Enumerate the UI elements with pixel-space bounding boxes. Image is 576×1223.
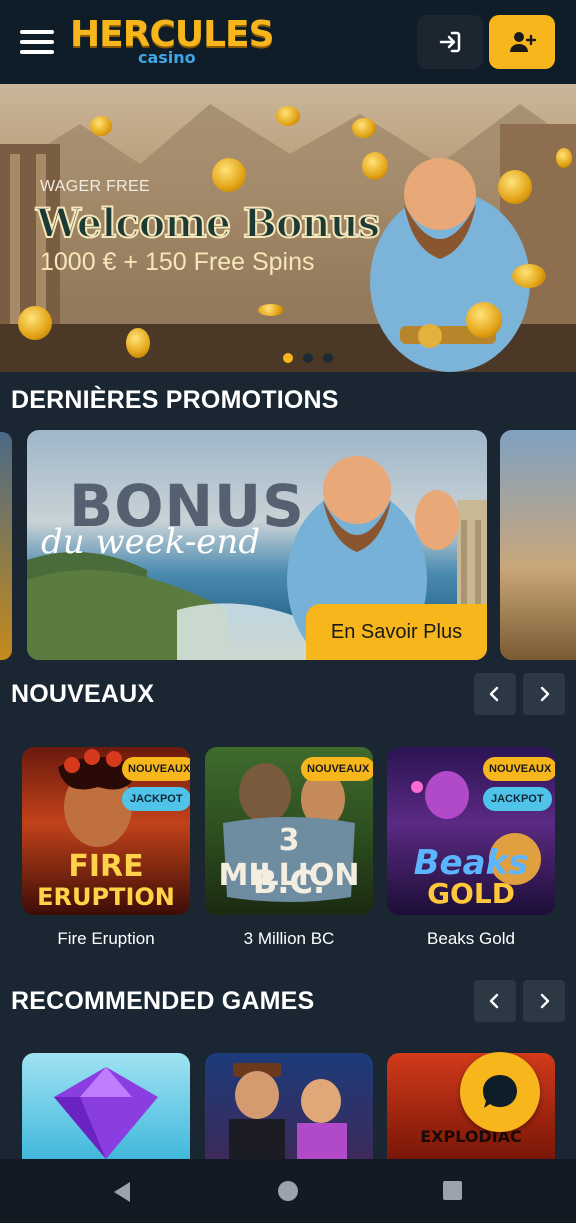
- coin-decoration: [498, 170, 532, 204]
- brand-logo[interactable]: HERCULES casino: [70, 14, 275, 70]
- new-badge: NOUVEAUX: [483, 757, 555, 781]
- promo-card-prev[interactable]: [0, 432, 12, 660]
- new-badge: NOUVEAUX: [301, 757, 373, 781]
- hero-subtitle: 1000 € + 150 Free Spins: [40, 248, 315, 276]
- game-art-title: ERUPTION: [37, 883, 175, 911]
- hero-title: Welcome Bonus: [35, 199, 381, 248]
- game-art: [229, 1063, 347, 1159]
- game-card[interactable]: [22, 1053, 190, 1159]
- coin-decoration: [362, 152, 388, 180]
- user-plus-icon: [510, 32, 536, 52]
- jackpot-badge: JACKPOT: [483, 787, 552, 811]
- live-chat-button[interactable]: [460, 1052, 540, 1132]
- login-arrow-icon: [439, 31, 461, 53]
- carousel-dot[interactable]: [283, 353, 293, 363]
- new-games-section-title: NOUVEAUX: [11, 680, 155, 708]
- game-title[interactable]: Fire Eruption: [22, 929, 190, 949]
- diamond-icon: [54, 1067, 158, 1159]
- coin-decoration: [212, 158, 246, 192]
- game-art-title: GOLD: [427, 877, 515, 910]
- coin-decoration: [18, 306, 52, 340]
- recommended-prev-button[interactable]: [474, 980, 516, 1022]
- back-icon[interactable]: [112, 1181, 132, 1203]
- promo-script: du week-end: [41, 522, 261, 562]
- carousel-dots: [283, 350, 343, 368]
- coin-decoration: [352, 118, 376, 138]
- hero-banner[interactable]: WAGER FREE Welcome Bonus 1000 € + 150 Fr…: [0, 84, 576, 372]
- game-card[interactable]: NOUVEAUX 3 MILLION B.C.: [205, 747, 373, 915]
- game-art-title: EXPLODIAC: [420, 1127, 522, 1146]
- chevron-left-icon: [489, 993, 499, 1009]
- home-icon[interactable]: [278, 1181, 298, 1201]
- learn-more-button[interactable]: En Savoir Plus: [306, 604, 487, 660]
- coin-decoration: [126, 328, 150, 358]
- top-header: HERCULES casino: [0, 0, 576, 84]
- game-title[interactable]: 3 Million BC: [205, 929, 373, 949]
- new-badge: NOUVEAUX: [122, 757, 190, 781]
- logo-subtext: casino: [138, 48, 196, 67]
- recent-apps-icon[interactable]: [443, 1181, 462, 1200]
- hero-eyebrow: WAGER FREE: [40, 178, 150, 195]
- game-card[interactable]: [205, 1053, 373, 1159]
- carousel-dot[interactable]: [323, 353, 333, 363]
- coin-decoration: [512, 264, 546, 288]
- chevron-right-icon: [540, 686, 550, 702]
- menu-icon[interactable]: [20, 28, 56, 56]
- new-games-next-button[interactable]: [523, 673, 565, 715]
- recommended-section-title: RECOMMENDED GAMES: [11, 987, 315, 1015]
- game-card[interactable]: NOUVEAUX JACKPOT FIRE ERUPTION: [22, 747, 190, 915]
- chat-bubble-icon: [483, 1075, 517, 1108]
- jackpot-badge: JACKPOT: [122, 787, 190, 811]
- recommended-next-button[interactable]: [523, 980, 565, 1022]
- game-art-title: B.C.: [252, 863, 326, 901]
- promotions-section-title: DERNIÈRES PROMOTIONS: [11, 386, 339, 414]
- coin-decoration: [556, 148, 572, 168]
- chevron-right-icon: [540, 993, 550, 1009]
- coin-decoration: [466, 302, 502, 338]
- system-navigation-bar: [0, 1159, 576, 1223]
- carousel-dot[interactable]: [303, 353, 313, 363]
- coin-decoration: [90, 116, 112, 136]
- game-title[interactable]: Beaks Gold: [387, 929, 555, 949]
- register-button[interactable]: [489, 15, 555, 69]
- coin-decoration: [276, 106, 300, 126]
- coin-decoration: [258, 304, 284, 316]
- new-games-prev-button[interactable]: [474, 673, 516, 715]
- promo-card-next[interactable]: [500, 430, 576, 660]
- game-card[interactable]: NOUVEAUX JACKPOT Beaks GOLD: [387, 747, 555, 915]
- game-art-title: FIRE: [68, 849, 144, 884]
- login-button[interactable]: [417, 15, 483, 69]
- chevron-left-icon: [489, 686, 499, 702]
